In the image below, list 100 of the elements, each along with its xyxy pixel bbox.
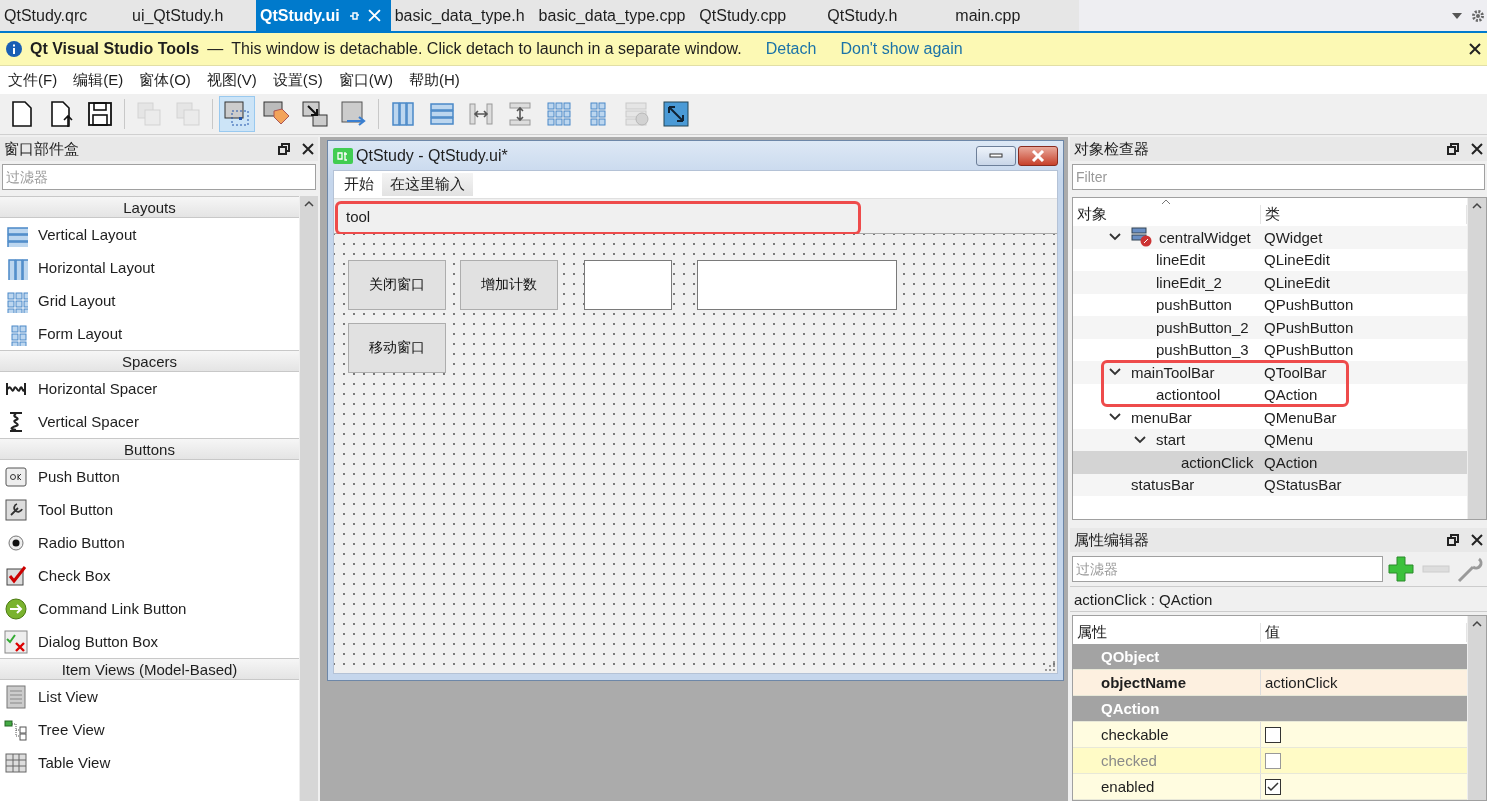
checkbox[interactable] — [1265, 778, 1281, 795]
close-icon[interactable] — [302, 143, 314, 155]
minimize-icon — [989, 153, 1003, 158]
widget-select-icon[interactable] — [219, 96, 255, 132]
ok-button-icon — [4, 464, 28, 489]
close-icon[interactable] — [1469, 43, 1481, 55]
category-header[interactable]: Buttons — [0, 438, 299, 460]
file-tab[interactable]: QtStudy.ui — [256, 0, 391, 31]
file-tab[interactable]: basic_data_type.h — [390, 0, 535, 31]
widget-item[interactable]: Vertical Layout — [38, 226, 137, 243]
widget-item[interactable]: Command Link Button — [38, 600, 187, 617]
chevron-down-icon[interactable] — [1131, 434, 1149, 445]
dropdown-icon[interactable] — [1451, 11, 1463, 20]
category-header[interactable]: Spacers — [0, 350, 299, 372]
panel-title: 属性编辑器 — [1074, 530, 1149, 550]
close-button[interactable] — [1018, 145, 1058, 166]
widget-item[interactable]: Vertical Spacer — [38, 413, 139, 430]
plus-icon[interactable] — [1387, 555, 1417, 583]
widget-item[interactable]: Grid Layout — [38, 292, 116, 309]
scrollbar[interactable] — [1467, 616, 1486, 800]
push-button[interactable]: 移动窗口 — [348, 323, 446, 373]
menu-item[interactable]: 设置(S) — [264, 70, 331, 90]
object-name[interactable]: pushButton_3 — [1156, 341, 1249, 359]
menu-item[interactable]: 开始 — [336, 173, 382, 196]
float-icon[interactable] — [278, 143, 290, 155]
chevron-down-icon[interactable] — [1106, 367, 1124, 378]
window-title: QtStudy - QtStudy.ui* — [356, 146, 508, 165]
file-tab[interactable]: ui_QtStudy.h — [128, 0, 256, 31]
push-button[interactable]: 增加计数 — [460, 260, 558, 310]
file-tab[interactable]: QtStudy.qrc — [0, 0, 128, 31]
table-icon — [4, 750, 28, 775]
pin-icon[interactable] — [347, 9, 360, 22]
toolbar-action[interactable]: tool — [334, 207, 371, 225]
object-name[interactable]: centralWidget — [1159, 228, 1251, 246]
widget-item[interactable]: Table View — [38, 754, 111, 771]
float-icon[interactable] — [1447, 143, 1459, 155]
menu-item[interactable]: 编辑(E) — [65, 70, 132, 90]
line-edit[interactable] — [697, 260, 897, 310]
chevron-down-icon[interactable] — [1106, 232, 1124, 243]
object-name[interactable]: lineEdit_2 — [1156, 273, 1222, 291]
filter-field[interactable]: Filter — [1072, 164, 1485, 190]
scrollbar[interactable] — [1467, 198, 1486, 519]
settings-icon[interactable] — [1471, 8, 1485, 23]
property-value[interactable]: actionClick — [1265, 674, 1338, 691]
object-name[interactable]: pushButton_2 — [1156, 318, 1249, 336]
property-name: objectName — [1101, 674, 1187, 691]
check-cross-icon — [4, 629, 28, 654]
file-tab[interactable]: QtStudy.cpp — [695, 0, 824, 31]
object-name[interactable]: actiontool — [1156, 386, 1221, 404]
object-name[interactable]: mainToolBar — [1131, 363, 1215, 381]
close-icon[interactable] — [1471, 534, 1483, 546]
minimize-button[interactable] — [976, 145, 1016, 166]
column-header[interactable]: 属性 — [1073, 623, 1261, 642]
menu-item[interactable]: 窗口(W) — [330, 70, 401, 90]
checkbox[interactable] — [1265, 726, 1281, 743]
widget-item[interactable]: Dialog Button Box — [38, 633, 159, 650]
object-name[interactable]: lineEdit — [1156, 251, 1206, 269]
object-name[interactable]: statusBar — [1131, 476, 1195, 494]
push-button[interactable]: 关闭窗口 — [348, 260, 446, 310]
object-name[interactable]: menuBar — [1131, 408, 1192, 426]
menu-item[interactable]: 窗体(O) — [131, 70, 199, 90]
wrench-icon — [4, 497, 28, 522]
scroll-up-icon[interactable] — [1472, 202, 1482, 209]
column-header[interactable]: 对象 — [1073, 205, 1261, 224]
info-link[interactable]: Detach — [765, 40, 817, 58]
scroll-up-icon[interactable] — [304, 200, 314, 207]
filter-field[interactable]: 过滤器 — [1072, 556, 1383, 582]
widget-item[interactable]: Horizontal Layout — [38, 259, 155, 276]
line-edit[interactable] — [584, 260, 672, 310]
scroll-up-icon[interactable] — [1472, 620, 1482, 627]
resize-grip-icon[interactable] — [1045, 661, 1055, 671]
filter-field[interactable]: 过滤器 — [2, 164, 316, 190]
widget-item[interactable]: Tree View — [38, 721, 105, 738]
widget-item[interactable]: Form Layout — [38, 325, 123, 342]
category-header[interactable]: Layouts — [0, 196, 299, 218]
object-name[interactable]: pushButton — [1156, 296, 1232, 314]
qt-logo-icon — [333, 147, 353, 164]
file-tab[interactable]: basic_data_type.cpp — [534, 0, 696, 31]
class-name: QAction — [1264, 453, 1318, 471]
file-tab[interactable]: QtStudy.h — [823, 0, 952, 31]
menu-item[interactable]: 视图(V) — [198, 70, 265, 90]
chevron-down-icon[interactable] — [1106, 412, 1124, 423]
widget-item[interactable]: Push Button — [38, 468, 120, 485]
file-tab[interactable]: main.cpp — [951, 0, 1080, 31]
info-icon — [6, 41, 22, 57]
wrench-icon[interactable] — [1455, 555, 1485, 583]
menu-item[interactable]: 文件(F) — [0, 70, 66, 90]
object-name[interactable]: start — [1156, 431, 1186, 449]
float-icon[interactable] — [1447, 534, 1459, 546]
scrollbar[interactable] — [299, 196, 318, 801]
close-icon[interactable] — [1471, 143, 1483, 155]
widget-item[interactable]: Check Box — [38, 567, 111, 584]
widget-item[interactable]: List View — [38, 688, 98, 705]
menu-item[interactable]: 帮助(H) — [401, 70, 468, 90]
category-header[interactable]: Item Views (Model-Based) — [0, 658, 299, 680]
widget-item[interactable]: Horizontal Spacer — [38, 380, 158, 397]
info-link[interactable]: Don't show again — [840, 40, 963, 58]
type-here-menu[interactable]: 在这里输入 — [382, 173, 473, 196]
widget-item[interactable]: Tool Button — [38, 501, 114, 518]
widget-item[interactable]: Radio Button — [38, 534, 125, 551]
